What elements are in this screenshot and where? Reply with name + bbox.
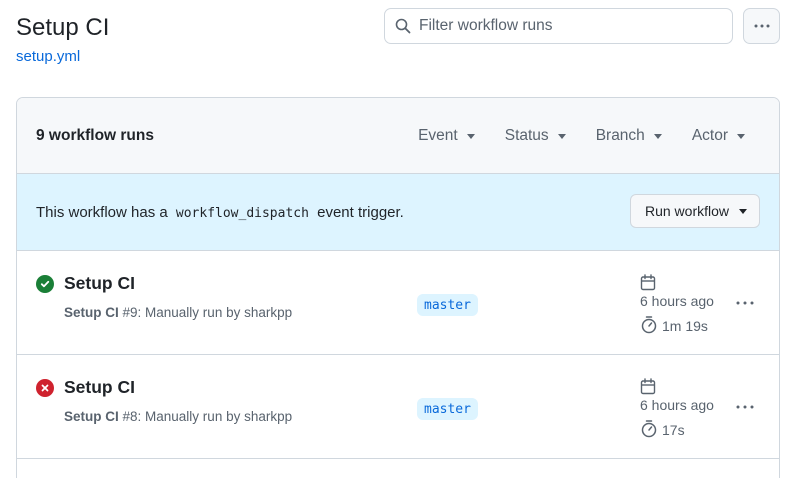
- run-options-button[interactable]: [733, 293, 757, 313]
- workflow-runs-box: 9 workflow runs Event Status Branch Acto…: [16, 97, 780, 478]
- banner-text-before: This workflow has a: [36, 203, 168, 221]
- workflow-dispatch-banner: This workflow has a workflow_dispatch ev…: [17, 174, 779, 251]
- workflow-run-row: Setup CI Setup CI #8: Manually run by sh…: [17, 355, 779, 459]
- banner-code: workflow_dispatch: [175, 205, 309, 221]
- calendar-icon: [640, 274, 656, 291]
- event-filter-label: Event: [418, 127, 458, 144]
- run-meta: Setup CI #8: Manually run by sharkpp: [64, 409, 292, 424]
- run-workflow-name: Setup CI: [64, 409, 119, 424]
- stopwatch-icon: [641, 316, 657, 334]
- kebab-horizontal-icon: [736, 405, 754, 409]
- run-title-link[interactable]: Setup CI: [64, 273, 135, 294]
- status-filter-dropdown[interactable]: Status: [505, 127, 566, 145]
- page-title: Setup CI: [16, 14, 110, 41]
- branch-badge[interactable]: master: [417, 294, 478, 316]
- caret-down-icon: [653, 133, 662, 139]
- banner-text-after: event trigger.: [317, 203, 404, 221]
- workflow-run-row: Setup CI Setup CI #9: Manually run by sh…: [17, 251, 779, 355]
- kebab-horizontal-icon: [736, 301, 754, 305]
- check-circle-fill-icon: [36, 275, 54, 293]
- run-workflow-name: Setup CI: [64, 305, 119, 320]
- caret-down-icon: [466, 133, 475, 139]
- actor-filter-label: Actor: [691, 127, 728, 144]
- run-title-link[interactable]: Setup CI: [64, 377, 135, 398]
- runs-header: 9 workflow runs Event Status Branch Acto…: [17, 98, 779, 174]
- filter-input[interactable]: [419, 17, 719, 35]
- x-circle-fill-icon: [36, 379, 54, 397]
- stopwatch-icon: [641, 420, 657, 438]
- caret-down-icon: [739, 208, 747, 214]
- filter-workflow-runs[interactable]: [384, 8, 733, 44]
- branch-badge[interactable]: master: [417, 398, 478, 420]
- runs-filters: Event Status Branch Actor: [418, 98, 779, 174]
- banner-text: This workflow has a workflow_dispatch ev…: [36, 204, 404, 221]
- branch-filter-dropdown[interactable]: Branch: [596, 127, 662, 145]
- kebab-horizontal-icon: [754, 24, 769, 28]
- search-icon: [395, 18, 411, 34]
- status-filter-label: Status: [504, 127, 549, 144]
- run-duration: 1m 19s: [662, 318, 708, 334]
- run-time-ago: 6 hours ago: [640, 293, 714, 309]
- event-filter-dropdown[interactable]: Event: [418, 127, 475, 145]
- workflow-file-link[interactable]: setup.yml: [16, 48, 80, 65]
- run-workflow-button[interactable]: Run workflow: [629, 194, 760, 228]
- calendar-icon: [640, 378, 656, 395]
- caret-down-icon: [737, 133, 745, 139]
- caret-down-icon: [557, 133, 566, 139]
- run-meta-text: #8: Manually run by sharkpp: [118, 409, 293, 424]
- run-time-ago: 6 hours ago: [640, 397, 714, 413]
- run-workflow-label: Run workflow: [644, 203, 729, 219]
- actor-filter-dropdown[interactable]: Actor: [692, 127, 745, 145]
- branch-filter-label: Branch: [595, 127, 645, 144]
- more-options-button[interactable]: [743, 8, 780, 44]
- run-duration: 17s: [662, 422, 685, 438]
- runs-count: 9 workflow runs: [36, 126, 154, 144]
- run-meta: Setup CI #9: Manually run by sharkpp: [64, 305, 292, 320]
- run-options-button[interactable]: [733, 397, 757, 417]
- run-meta-text: #9: Manually run by sharkpp: [118, 305, 293, 320]
